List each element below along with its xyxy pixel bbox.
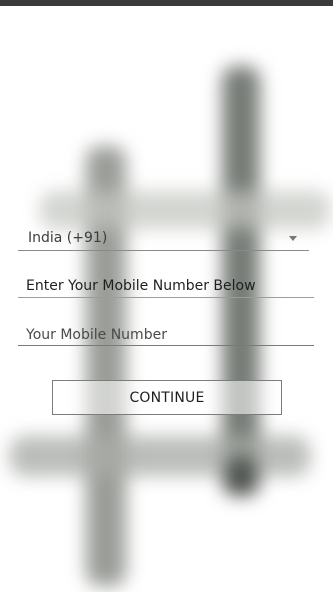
login-form: India (+91) Enter Your Mobile Number Bel…	[0, 0, 333, 592]
instruction-text: Enter Your Mobile Number Below	[26, 278, 256, 294]
instruction-label: Enter Your Mobile Number Below	[18, 277, 314, 298]
continue-button[interactable]: CONTINUE	[52, 380, 282, 415]
country-code-value: India (+91)	[28, 230, 108, 246]
chevron-down-icon[interactable]	[289, 236, 297, 241]
country-code-select[interactable]: India (+91)	[18, 226, 309, 251]
mobile-number-input[interactable]	[18, 324, 314, 346]
